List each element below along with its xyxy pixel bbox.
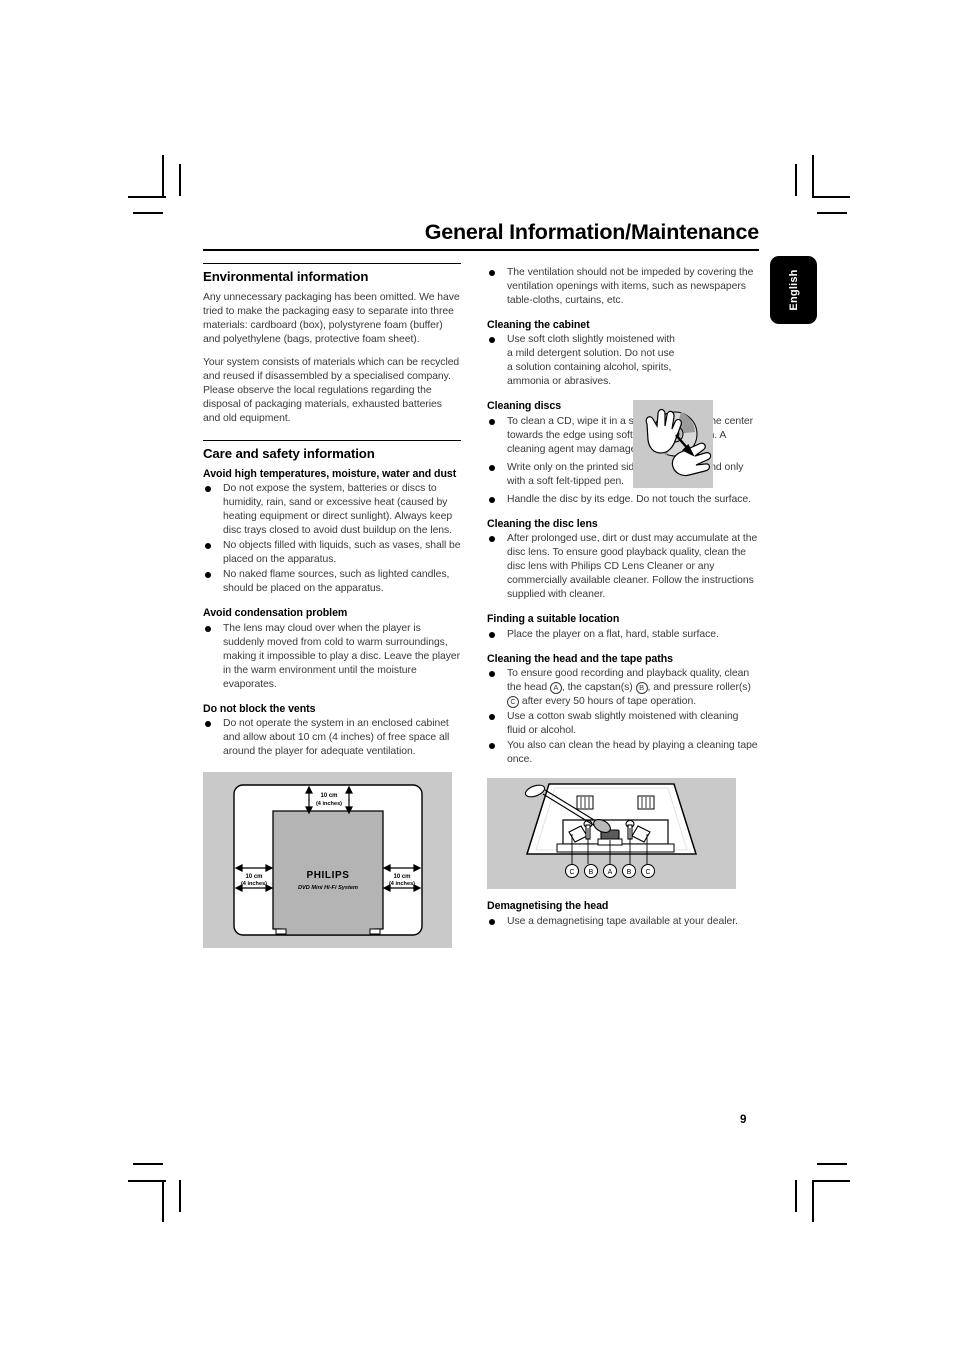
language-tab-label: English	[787, 269, 800, 311]
section-heading-care-safety: Care and safety information	[203, 439, 461, 461]
bullet-list-cleaning-head: To ensure good recording and playback qu…	[487, 667, 759, 767]
bullet-dot-icon	[489, 269, 495, 276]
list-item-text: Place the player on a flat, hard, stable…	[507, 628, 719, 640]
list-item-text-part: , the capstan(s)	[561, 682, 636, 694]
right-column: The ventilation should not be impeded by…	[487, 263, 759, 930]
callout-marker-c: C	[507, 695, 519, 708]
list-item: After prolonged use, dirt or dust may ac…	[487, 532, 759, 602]
environmental-paragraph-1: Any unnecessary packaging has been omitt…	[203, 291, 460, 345]
callout-marker-a: A	[549, 681, 562, 694]
section-heading-environmental: Environmental information	[203, 262, 461, 284]
subheading-finding-location: Finding a suitable location	[487, 613, 620, 626]
language-tab: English	[770, 256, 817, 324]
list-item-text: The lens may cloud over when the player …	[223, 622, 461, 690]
list-item: Use a cotton swab slightly moistened wit…	[487, 710, 759, 738]
list-item: Do not expose the system, batteries or d…	[203, 482, 461, 538]
list-item: The lens may cloud over when the player …	[203, 622, 461, 692]
svg-text:(4 inches): (4 inches)	[241, 881, 267, 887]
list-item: Do not operate the system in an enclosed…	[203, 717, 461, 759]
bullet-dot-icon	[489, 536, 495, 543]
list-item: No naked flame sources, such as lighted …	[203, 568, 461, 596]
list-item-text: Do not expose the system, batteries or d…	[223, 483, 453, 537]
list-item-text: Use a cotton swab slightly moistened wit…	[507, 711, 739, 737]
list-item-text-part: , and pressure roller(s)	[647, 682, 751, 694]
list-item-text-part: after every 50 hours of tape operation.	[519, 696, 697, 708]
page-content: General Information/Maintenance Environm…	[203, 221, 759, 1141]
list-item-text: No objects filled with liquids, such as …	[223, 540, 461, 566]
list-item-text: The ventilation should not be impeded by…	[507, 266, 754, 306]
bullet-dot-icon	[489, 337, 495, 344]
list-item-text: Do not operate the system in an enclosed…	[223, 718, 450, 758]
bullet-list-cleaning-disc-lens: After prolonged use, dirt or dust may ac…	[487, 532, 759, 602]
list-item-text: No naked flame sources, such as lighted …	[223, 569, 450, 595]
bullet-dot-icon	[489, 671, 495, 678]
subheading-do-not-block-vents: Do not block the vents	[203, 702, 316, 715]
left-column: Environmental information Any unnecessar…	[203, 262, 461, 948]
tape-figure-label-c-left: C	[569, 869, 574, 876]
figure-tape-deck: C B A B C	[487, 778, 736, 890]
subheading-avoid-high-temperatures: Avoid high temperatures, moisture, water…	[203, 467, 457, 480]
svg-text:(4 inches): (4 inches)	[389, 881, 415, 887]
svg-text:DVD Mini Hi-Fi System: DVD Mini Hi-Fi System	[298, 885, 358, 891]
figure-room-clearance: 10 cm (4 inches) 10 cm (4 inches) 10 cm …	[203, 772, 452, 948]
tape-figure-label-a: A	[608, 869, 613, 876]
subheading-demagnetising: Demagnetising the head	[487, 900, 609, 913]
bullet-dot-icon	[205, 486, 211, 493]
subheading-cleaning-head: Cleaning the head and the tape paths	[487, 652, 673, 665]
bullet-list-avoid-condensation: The lens may cloud over when the player …	[203, 622, 461, 692]
bullet-dot-icon	[205, 721, 211, 728]
tape-figure-label-b-right: B	[627, 869, 632, 876]
svg-text:10 cm: 10 cm	[245, 874, 262, 880]
list-item-text: Handle the disc by its edge. Do not touc…	[507, 493, 751, 505]
list-item: Use soft cloth slightly moistened with a…	[487, 333, 679, 389]
bullet-dot-icon	[205, 572, 211, 579]
list-item-text: Use a demagnetising tape available at yo…	[507, 915, 738, 927]
list-item: You also can clean the head by playing a…	[487, 739, 759, 767]
list-item-text: You also can clean the head by playing a…	[507, 740, 758, 766]
tape-figure-label-b-left: B	[589, 869, 594, 876]
list-item: The ventilation should not be impeded by…	[487, 266, 759, 308]
bullet-dot-icon	[489, 743, 495, 750]
list-item-text: To clean a CD, wipe it in a straight lin…	[507, 415, 754, 455]
list-item: Handle the disc by its edge. Do not touc…	[487, 493, 759, 507]
environmental-paragraph-2: Your system consists of materials which …	[203, 356, 460, 424]
list-item: No objects filled with liquids, such as …	[203, 539, 461, 567]
bullet-dot-icon	[489, 418, 495, 425]
svg-text:PHILIPS: PHILIPS	[306, 870, 349, 881]
subheading-avoid-condensation: Avoid condensation problem	[203, 607, 348, 620]
svg-text:10 cm: 10 cm	[320, 793, 337, 799]
svg-text:(4 inches): (4 inches)	[316, 801, 342, 807]
list-item-text: Use soft cloth slightly moistened with a…	[507, 334, 675, 388]
bullet-list-finding-location: Place the player on a flat, hard, stable…	[487, 628, 759, 642]
bullet-list-demagnetising: Use a demagnetising tape available at yo…	[487, 915, 759, 929]
subheading-cleaning-cabinet: Cleaning the cabinet	[487, 318, 590, 331]
list-item: Write only on the printed side of a CDR(…	[487, 461, 759, 489]
bullet-dot-icon	[489, 496, 495, 503]
list-item: Place the player on a flat, hard, stable…	[487, 628, 759, 642]
callout-marker-b: B	[635, 681, 648, 694]
page-title: General Information/Maintenance	[424, 220, 759, 244]
bullet-dot-icon	[205, 543, 211, 550]
figure-disc-cleaning	[633, 399, 713, 488]
title-divider	[203, 248, 759, 251]
bullet-list-cleaning-discs: To clean a CD, wipe it in a straight lin…	[487, 415, 759, 507]
bullet-dot-icon	[489, 918, 495, 925]
tape-figure-label-c-right: C	[645, 869, 650, 876]
subheading-cleaning-disc-lens: Cleaning the disc lens	[487, 517, 598, 530]
bullet-list-do-not-block-vents: Do not operate the system in an enclosed…	[203, 717, 461, 759]
bullet-list-cleaning-cabinet: Use soft cloth slightly moistened with a…	[487, 333, 759, 389]
list-item-text: After prolonged use, dirt or dust may ac…	[507, 533, 758, 601]
bullet-dot-icon	[489, 631, 495, 638]
bullet-list-ventilation: The ventilation should not be impeded by…	[487, 266, 759, 308]
two-column-layout: Environmental information Any unnecessar…	[203, 262, 759, 948]
bullet-dot-icon	[489, 464, 495, 471]
svg-text:10 cm: 10 cm	[393, 874, 410, 880]
subheading-cleaning-discs: Cleaning discs	[487, 400, 562, 413]
bullet-dot-icon	[205, 625, 211, 632]
bullet-dot-icon	[489, 714, 495, 721]
list-item: To ensure good recording and playback qu…	[487, 667, 759, 709]
list-item: Use a demagnetising tape available at yo…	[487, 915, 759, 929]
bullet-list-avoid-high-temperatures: Do not expose the system, batteries or d…	[203, 482, 461, 596]
list-item: To clean a CD, wipe it in a straight lin…	[487, 415, 759, 457]
